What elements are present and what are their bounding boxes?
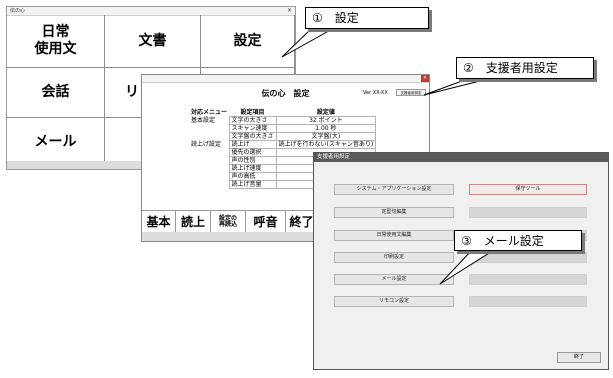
callout-settings: ① 設定 [305,7,429,29]
callout-mail-settings: ③ メール設定 [454,230,582,251]
callout-supporter-settings: ② 支援者用設定 [456,57,594,79]
